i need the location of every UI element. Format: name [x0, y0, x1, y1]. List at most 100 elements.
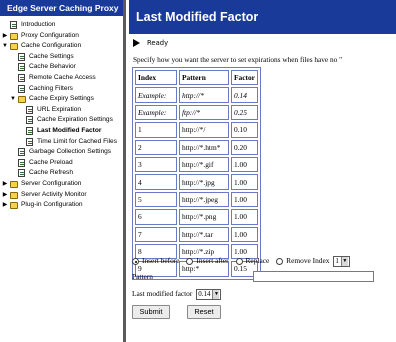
factor-row: Last modified factor 0.14 ▼ [132, 289, 222, 300]
page-title: Last Modified Factor [129, 0, 396, 34]
table-row[interactable]: Example: http://* 0.14 [135, 87, 258, 103]
collapsed-arrow-icon[interactable]: ▶ [2, 179, 8, 190]
folder-icon [10, 32, 18, 40]
nav-item[interactable]: Introduction [0, 20, 123, 31]
expanded-arrow-icon[interactable]: ▼ [2, 41, 8, 52]
navigation-tree: Introduction ▶ Proxy Configuration ▼ Cache C… [0, 16, 123, 211]
cell-pattern: http://*/ [179, 122, 229, 138]
cell-pattern: http://*.tar [179, 226, 229, 242]
nav-item[interactable]: ▼ Cache Configuration [0, 41, 123, 52]
cell-pattern: http://* [179, 87, 229, 103]
nav-item-label: Cache Behavior [29, 63, 76, 71]
nav-item[interactable]: Last Modified Factor [0, 126, 123, 137]
nav-item-label: Server Configuration [21, 179, 82, 187]
cell-pattern: http://*.jpg [179, 174, 229, 190]
cell-factor: 1.00 [231, 191, 258, 208]
cell-index: 2 [135, 139, 177, 155]
nav-item-label: URL Expiration [37, 105, 82, 113]
nav-item[interactable]: ▶ Server Activity Monitor [0, 190, 123, 201]
page-icon [26, 137, 33, 146]
remove-index-radio[interactable] [276, 258, 284, 265]
nav-item-label: Cache Refresh [29, 169, 73, 177]
nav-item-label: Cache Expiry Settings [29, 95, 94, 103]
nav-item[interactable]: Caching Filters [0, 84, 123, 95]
page-icon [18, 84, 25, 93]
cell-factor: 0.20 [231, 139, 258, 155]
nav-item[interactable]: Cache Settings [0, 52, 123, 63]
page-icon [18, 148, 25, 157]
nav-item-label: Cache Preload [29, 158, 73, 166]
nav-item-label: Caching Filters [29, 84, 73, 92]
nav-item[interactable]: Time Limit for Cached Files [0, 137, 123, 148]
insert-before-option[interactable]: Insert before [132, 256, 180, 265]
replace-option[interactable]: Replace [235, 256, 269, 265]
nav-item[interactable]: ▶ Proxy Configuration [0, 31, 123, 42]
nav-item[interactable]: Cache Refresh [0, 168, 123, 179]
table-row[interactable]: 2 http://*.htm* 0.20 [135, 139, 258, 155]
cell-factor: 0.25 [231, 104, 258, 121]
collapsed-arrow-icon[interactable]: ▶ [2, 190, 8, 201]
nav-item[interactable]: ▶ Plug-in Configuration [0, 200, 123, 211]
nav-item-label: Cache Settings [29, 52, 74, 60]
table-row[interactable]: 6 http://*.png 1.00 [135, 209, 258, 225]
table-row[interactable]: Example: ftp://* 0.25 [135, 104, 258, 121]
folder-icon [10, 180, 18, 188]
nav-item[interactable]: Cache Expiration Settings [0, 115, 123, 126]
nav-item-label: Server Activity Monitor [21, 190, 87, 198]
factor-select[interactable]: 0.14 ▼ [196, 289, 222, 300]
insert-before-radio[interactable] [132, 258, 139, 265]
insert-after-option[interactable]: Insert after [186, 256, 229, 265]
table-row[interactable]: 5 http://*.jpeg 1.00 [135, 191, 258, 208]
chevron-down-icon: ▼ [212, 290, 220, 299]
page-icon [10, 21, 17, 29]
page-icon [26, 116, 33, 125]
cell-pattern: ftp://* [179, 104, 229, 121]
cell-index: 3 [135, 156, 177, 173]
nav-item[interactable]: ▼ Cache Expiry Settings [0, 94, 123, 105]
insert-after-radio[interactable] [186, 258, 194, 265]
cell-index: 6 [135, 209, 177, 225]
nav-item[interactable]: Cache Behavior [0, 62, 123, 73]
folder-icon [10, 191, 18, 199]
page-icon [26, 126, 33, 135]
nav-header: Edge Server Caching Proxy [0, 0, 123, 16]
cell-pattern: http://*.htm* [179, 139, 229, 155]
collapsed-arrow-icon[interactable]: ▶ [2, 31, 8, 42]
column-header-factor: Factor [231, 70, 258, 86]
nav-item-label: Plug-in Configuration [21, 201, 83, 209]
cell-pattern: http://*.jpeg [179, 191, 229, 208]
page-icon [18, 169, 25, 178]
page-icon [18, 52, 25, 61]
expanded-arrow-icon[interactable]: ▼ [10, 94, 16, 105]
collapsed-arrow-icon[interactable]: ▶ [2, 200, 8, 211]
cell-factor: 1.00 [231, 174, 258, 190]
table-row[interactable]: 3 http://*.gif 1.00 [135, 156, 258, 173]
instruction-text: Specify how you want the server to set e… [133, 55, 343, 64]
page-icon [18, 158, 25, 167]
index-select[interactable]: 1 ▼ [333, 256, 350, 267]
pattern-label: Pattern [132, 272, 153, 281]
cell-index: 7 [135, 226, 177, 242]
page-icon [18, 73, 25, 82]
pattern-input[interactable] [253, 271, 374, 282]
table-row[interactable]: 7 http://*.tar 1.00 [135, 226, 258, 242]
cell-pattern: http://*.gif [179, 156, 229, 173]
nav-item[interactable]: ▶ Server Configuration [0, 179, 123, 190]
nav-item[interactable]: Cache Preload [0, 158, 123, 169]
nav-item[interactable]: URL Expiration [0, 105, 123, 116]
nav-item[interactable]: Remote Cache Access [0, 73, 123, 84]
replace-radio[interactable] [235, 258, 243, 265]
cell-index: Example: [135, 87, 177, 103]
table-row[interactable]: 4 http://*.jpg 1.00 [135, 174, 258, 190]
table-row[interactable]: 1 http://*/0.10 [135, 122, 258, 138]
factor-label: Last modified factor [132, 289, 193, 299]
table-header-row: Index Pattern Factor [135, 70, 258, 86]
submit-button[interactable]: Submit [132, 305, 170, 319]
nav-item-label: Time Limit for Cached Files [37, 137, 118, 145]
nav-item-label: Last Modified Factor [37, 126, 102, 134]
play-icon [133, 39, 140, 47]
remove-index-option[interactable]: Remove Index [276, 256, 329, 265]
reset-button[interactable]: Reset [187, 305, 221, 319]
cell-factor: 0.10 [231, 122, 258, 138]
nav-item[interactable]: Garbage Collection Settings [0, 147, 123, 158]
